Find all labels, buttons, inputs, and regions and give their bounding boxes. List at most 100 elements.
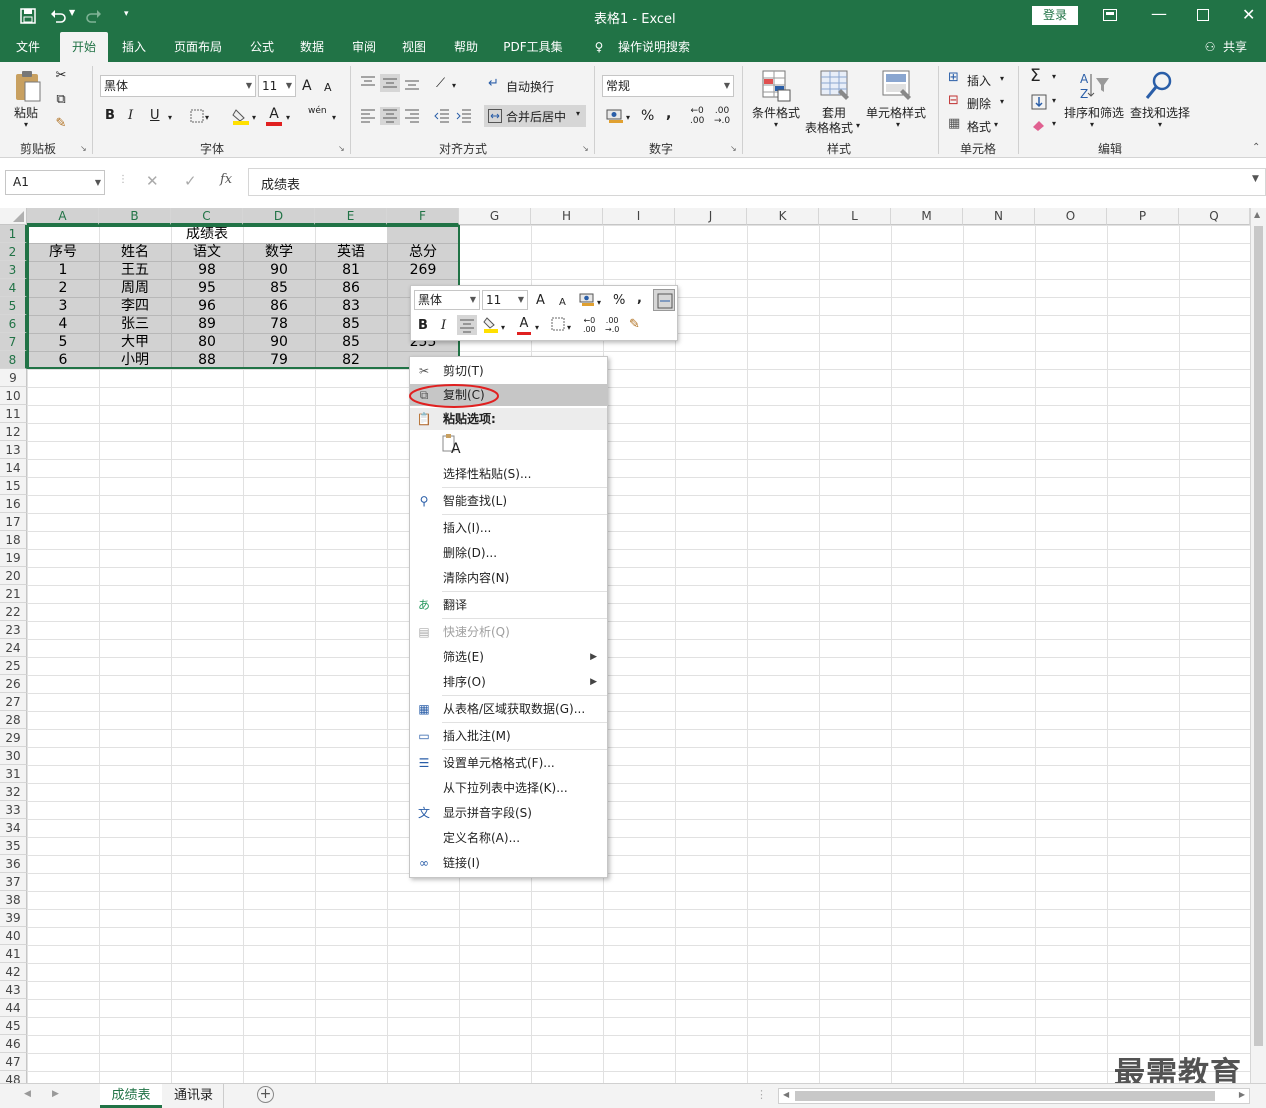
row-header-35[interactable]: 35 [0, 837, 27, 855]
vertical-scrollbar[interactable]: ▲ [1250, 208, 1266, 1083]
format-painter-icon[interactable]: ✎ [52, 116, 70, 132]
paste-icon[interactable] [13, 70, 43, 102]
context-menu-item-10[interactable]: 筛选(E) ▶ [410, 646, 607, 668]
row-header-44[interactable]: 44 [0, 999, 27, 1017]
data-cell[interactable]: 1 [27, 261, 99, 279]
find-select-icon[interactable] [1144, 70, 1176, 102]
mini-increase-decimal-icon[interactable]: ←0.00 [583, 316, 596, 334]
comma-style-button[interactable]: , [666, 106, 671, 122]
row-header-33[interactable]: 33 [0, 801, 27, 819]
find-select-dropdown-icon[interactable]: ▾ [1158, 120, 1162, 129]
context-menu-item-13[interactable]: ▭ 插入批注(M) [410, 725, 607, 747]
tab-file[interactable]: 文件 [8, 32, 48, 62]
row-header-8[interactable]: 8 [0, 351, 27, 369]
header-cell[interactable]: 总分 [387, 243, 459, 261]
close-icon[interactable]: ✕ [1242, 5, 1255, 24]
data-cell[interactable]: 85 [243, 279, 315, 297]
column-header-p[interactable]: P [1107, 208, 1179, 225]
login-button[interactable]: 登录 [1032, 6, 1078, 25]
wrap-text-button[interactable]: 自动换行 [506, 78, 554, 95]
increase-indent-icon[interactable] [456, 109, 472, 123]
row-header-7[interactable]: 7 [0, 333, 27, 351]
number-format-select[interactable]: 常规 ▼ [602, 75, 734, 97]
data-cell[interactable]: 3 [27, 297, 99, 315]
tab-data[interactable]: 数据 [290, 32, 334, 62]
context-menu-item-0[interactable]: ✂ 剪切(T) [410, 360, 607, 382]
increase-decimal-icon[interactable]: ←0.00 [690, 106, 704, 126]
row-header-40[interactable]: 40 [0, 927, 27, 945]
row-header-5[interactable]: 5 [0, 297, 27, 315]
mini-bold-button[interactable]: B [418, 318, 428, 334]
mini-shrink-font-icon[interactable]: A [559, 295, 566, 311]
data-cell[interactable]: 周周 [99, 279, 171, 297]
row-header-12[interactable]: 12 [0, 423, 27, 441]
row-header-3[interactable]: 3 [0, 261, 27, 279]
orientation-icon[interactable]: ⟋ [436, 76, 445, 92]
maximize-icon[interactable] [1197, 9, 1209, 21]
undo-icon[interactable] [50, 8, 66, 24]
font-color-icon[interactable]: A [266, 106, 282, 126]
shrink-font-icon[interactable]: A [324, 80, 332, 96]
row-header-37[interactable]: 37 [0, 873, 27, 891]
alignment-launcher-icon[interactable]: ↘ [582, 144, 589, 153]
merge-dropdown-icon[interactable]: ▾ [576, 109, 580, 118]
row-header-28[interactable]: 28 [0, 711, 27, 729]
row-header-4[interactable]: 4 [0, 279, 27, 297]
format-as-table-dropdown-icon[interactable]: ▾ [856, 121, 860, 130]
select-all-corner[interactable] [0, 208, 27, 225]
format-cells-button[interactable]: 格式 [967, 118, 991, 135]
wrap-text-icon[interactable]: ↵ [488, 76, 499, 92]
clear-icon[interactable] [1031, 117, 1047, 131]
column-header-i[interactable]: I [603, 208, 675, 225]
data-cell[interactable]: 王五 [99, 261, 171, 279]
row-header-34[interactable]: 34 [0, 819, 27, 837]
cancel-entry-icon[interactable]: ✕ [146, 172, 159, 190]
phonetic-dropdown-icon[interactable]: ▾ [332, 110, 336, 126]
column-header-q[interactable]: Q [1179, 208, 1250, 225]
data-cell[interactable]: 90 [243, 333, 315, 351]
column-header-o[interactable]: O [1035, 208, 1107, 225]
insert-cells-button[interactable]: 插入 [967, 72, 991, 89]
data-cell[interactable]: 78 [243, 315, 315, 333]
decrease-decimal-icon[interactable]: .00 →.0 [714, 106, 730, 126]
table-title-cell[interactable]: 成绩表 [27, 225, 387, 243]
header-cell[interactable]: 语文 [171, 243, 243, 261]
italic-button[interactable]: I [128, 108, 133, 124]
tab-split-handle-icon[interactable]: ⋮ [756, 1088, 767, 1101]
accounting-format-icon[interactable] [606, 108, 624, 124]
data-cell[interactable]: 85 [315, 315, 387, 333]
row-header-47[interactable]: 47 [0, 1053, 27, 1071]
row-header-39[interactable]: 39 [0, 909, 27, 927]
tab-insert[interactable]: 插入 [112, 32, 156, 62]
cell-styles-icon[interactable] [882, 70, 912, 102]
add-sheet-icon[interactable]: + [257, 1086, 274, 1103]
row-header-13[interactable]: 13 [0, 441, 27, 459]
mini-comma-button[interactable]: , [637, 291, 642, 307]
data-cell[interactable]: 86 [243, 297, 315, 315]
collapse-ribbon-icon[interactable]: ⌃ [1252, 142, 1260, 153]
mini-grow-font-icon[interactable]: A [536, 293, 545, 309]
data-cell[interactable]: 83 [315, 297, 387, 315]
prev-sheet-icon[interactable]: ◀ [24, 1089, 31, 1099]
row-header-2[interactable]: 2 [0, 243, 27, 261]
header-cell[interactable]: 数学 [243, 243, 315, 261]
row-header-36[interactable]: 36 [0, 855, 27, 873]
vertical-scroll-thumb[interactable] [1254, 226, 1263, 1046]
insert-function-icon[interactable]: fx [220, 172, 232, 187]
column-header-f[interactable]: F [387, 208, 459, 225]
customize-icon[interactable]: ▾ [124, 9, 129, 19]
align-middle-icon[interactable] [380, 74, 400, 92]
sort-filter-dropdown-icon[interactable]: ▾ [1090, 120, 1094, 129]
delete-cells-dropdown-icon[interactable]: ▾ [1000, 97, 1004, 106]
paste-label[interactable]: 粘贴 [14, 104, 38, 121]
column-header-g[interactable]: G [459, 208, 531, 225]
insert-cells-icon[interactable]: ⊞ [948, 70, 959, 86]
cell-styles-dropdown-icon[interactable]: ▾ [896, 120, 900, 129]
data-cell[interactable]: 98 [171, 261, 243, 279]
bold-button[interactable]: B [105, 108, 115, 124]
percent-style-button[interactable]: % [641, 108, 654, 124]
header-cell[interactable]: 英语 [315, 243, 387, 261]
row-header-18[interactable]: 18 [0, 531, 27, 549]
delete-cells-icon[interactable]: ⊟ [948, 93, 959, 109]
context-menu-item-12[interactable]: ▦ 从表格/区域获取数据(G)... [410, 698, 607, 720]
